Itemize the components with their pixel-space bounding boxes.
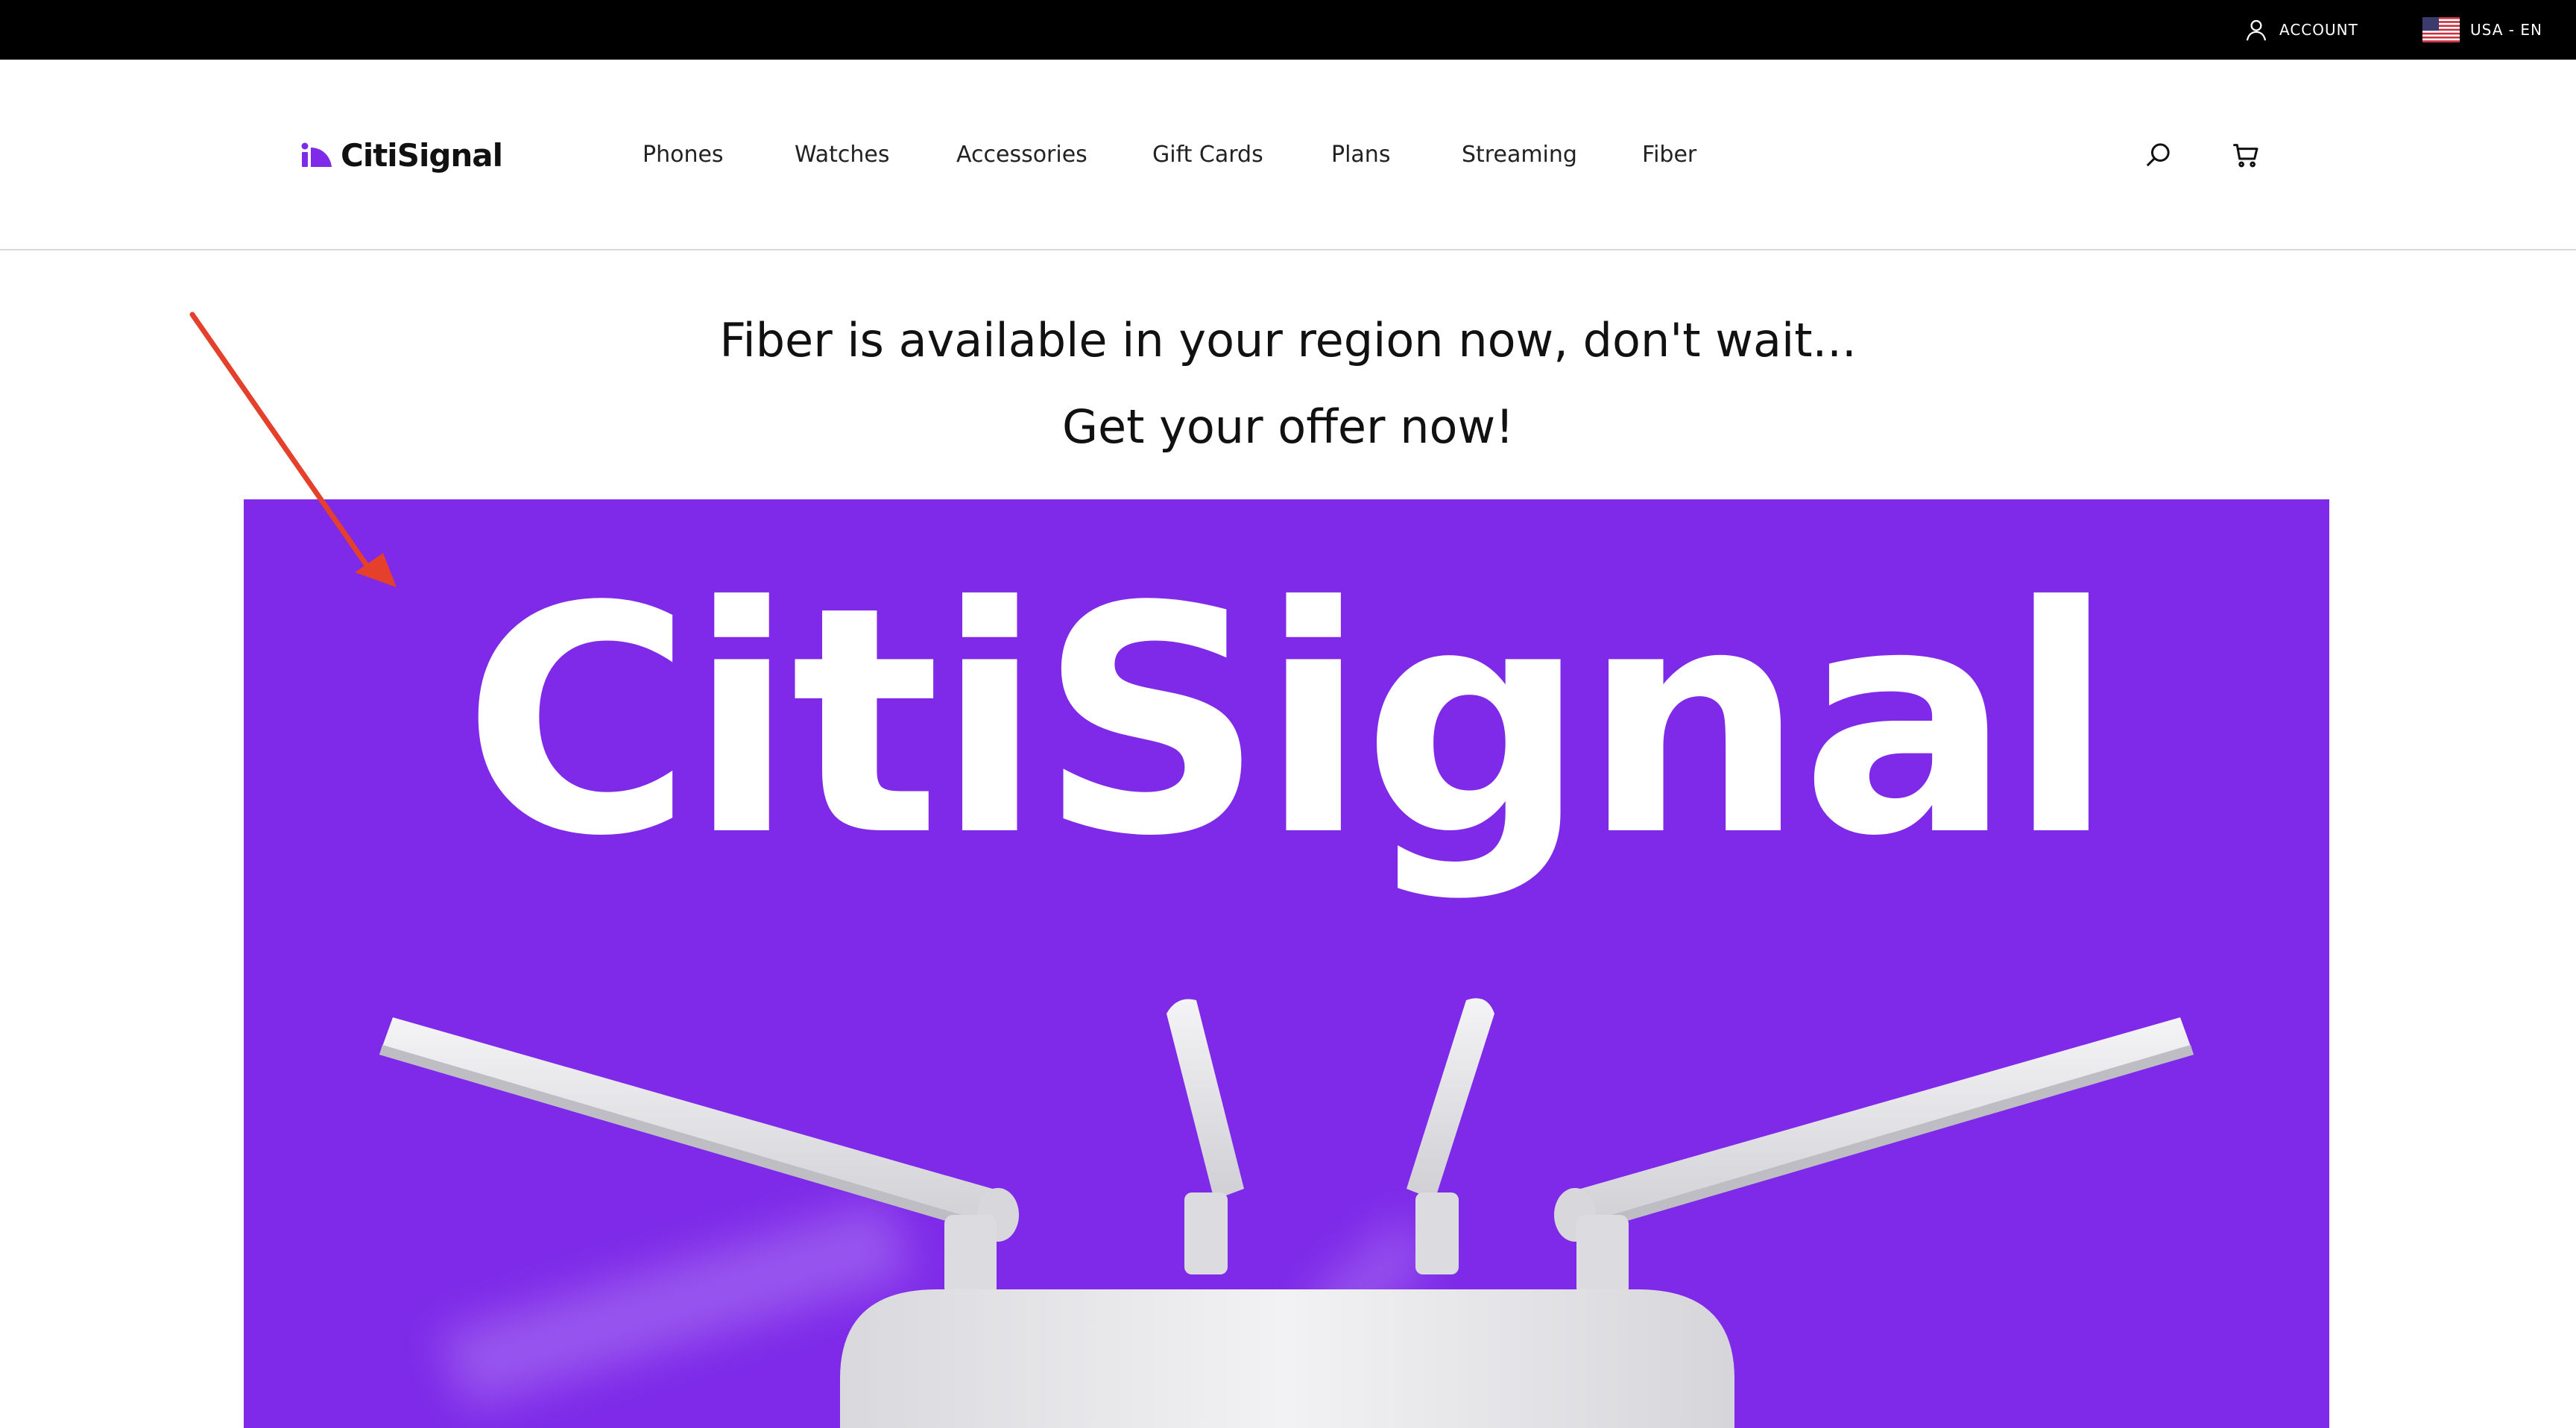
nav-item-plans[interactable]: Plans [1331, 134, 1390, 176]
nav-item-fiber[interactable]: Fiber [1642, 134, 1696, 176]
account-link[interactable]: ACCOUNT [2244, 0, 2358, 60]
site-header: CitiSignal Phones Watches Accessories Gi… [0, 60, 2576, 250]
cart-icon [2233, 144, 2258, 168]
search-icon [2146, 143, 2170, 167]
hero-wordmark: CitiSignal [462, 540, 2115, 905]
annotation-arrow [189, 312, 397, 587]
main-navigation: Phones Watches Accessories Gift Cards Pl… [0, 134, 2576, 176]
nav-item-streaming[interactable]: Streaming [1462, 134, 1577, 176]
user-icon [2246, 19, 2267, 41]
locale-selector[interactable]: USA - EN [2422, 0, 2542, 60]
account-label: ACCOUNT [2279, 21, 2358, 39]
nav-item-watches[interactable]: Watches [795, 134, 890, 176]
nav-item-phones[interactable]: Phones [643, 134, 724, 176]
us-flag-icon [2422, 17, 2460, 42]
cart-button[interactable] [2227, 136, 2264, 174]
nav-item-gift-cards[interactable]: Gift Cards [1152, 134, 1263, 176]
search-button[interactable] [2139, 136, 2176, 174]
top-utility-bar: ACCOUNT USA - EN [0, 0, 2576, 60]
locale-label: USA - EN [2470, 21, 2542, 39]
nav-item-accessories[interactable]: Accessories [956, 134, 1087, 176]
hero-banner[interactable]: CitiSignal [244, 499, 2329, 1428]
